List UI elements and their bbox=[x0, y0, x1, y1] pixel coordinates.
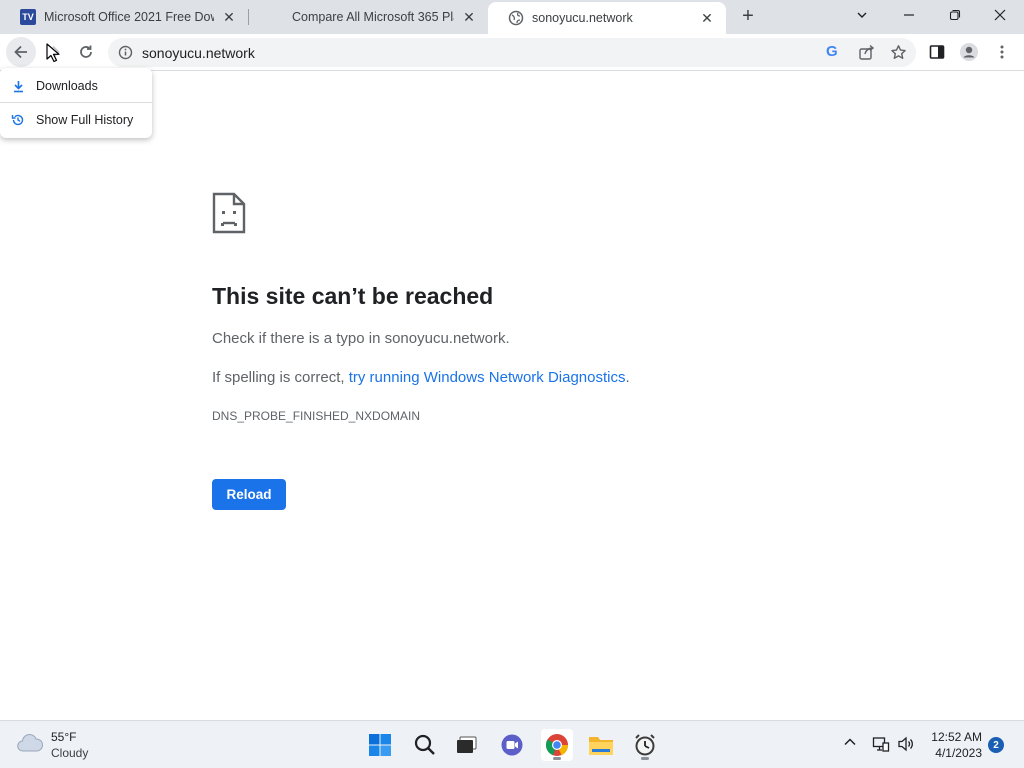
menu-item-downloads[interactable]: Downloads bbox=[0, 70, 152, 102]
restore-icon bbox=[949, 9, 961, 21]
teams-chat-button[interactable] bbox=[496, 729, 528, 761]
start-button[interactable] bbox=[364, 729, 396, 761]
side-panel-icon bbox=[929, 45, 945, 59]
chat-icon bbox=[501, 734, 523, 756]
notification-badge[interactable]: 2 bbox=[988, 737, 1004, 753]
sad-document-icon bbox=[212, 192, 246, 239]
microsoft-icon bbox=[268, 9, 284, 25]
download-icon bbox=[0, 80, 36, 93]
error-code: DNS_PROBE_FINISHED_NXDOMAIN bbox=[212, 409, 421, 423]
chevron-down-icon bbox=[857, 12, 867, 18]
menu-item-label: Downloads bbox=[36, 79, 98, 93]
search-icon bbox=[414, 734, 435, 755]
task-view-button[interactable] bbox=[451, 729, 483, 761]
show-hidden-icons-button[interactable] bbox=[843, 735, 857, 754]
history-icon bbox=[0, 113, 36, 127]
back-history-menu: Downloads Show Full History bbox=[0, 68, 152, 138]
address-bar[interactable]: sonoyucu.network G bbox=[108, 38, 916, 67]
cloud-icon bbox=[16, 733, 44, 758]
share-icon[interactable] bbox=[858, 44, 875, 66]
menu-button[interactable] bbox=[987, 37, 1017, 67]
restore-button[interactable] bbox=[933, 0, 977, 30]
tab-sonoyucu[interactable]: sonoyucu.network ✕ bbox=[488, 2, 726, 34]
network-icon[interactable] bbox=[872, 735, 890, 758]
chrome-icon bbox=[545, 734, 569, 756]
close-icon bbox=[994, 9, 1006, 21]
tab-search-button[interactable] bbox=[840, 0, 884, 30]
close-icon[interactable]: ✕ bbox=[698, 9, 716, 27]
alarm-clock-icon bbox=[635, 734, 655, 756]
close-icon[interactable]: ✕ bbox=[460, 8, 478, 26]
menu-divider bbox=[0, 102, 152, 103]
chrome-taskbar-button[interactable] bbox=[541, 729, 573, 761]
kebab-menu-icon bbox=[1000, 45, 1004, 59]
minimize-icon bbox=[904, 14, 914, 16]
browser-toolbar: sonoyucu.network G bbox=[0, 34, 1024, 71]
new-tab-button[interactable]: + bbox=[736, 5, 760, 29]
side-panel-button[interactable] bbox=[922, 37, 952, 67]
hint-suffix: . bbox=[625, 369, 630, 386]
tab-title: sonoyucu.network bbox=[532, 11, 633, 25]
tab-office-2021[interactable]: TV Microsoft Office 2021 Free Down ✕ bbox=[0, 0, 248, 34]
windows-icon bbox=[369, 734, 391, 756]
close-icon[interactable]: ✕ bbox=[220, 8, 238, 26]
error-title: This site can’t be reached bbox=[212, 283, 494, 309]
weather-temperature: 55°F bbox=[51, 730, 77, 744]
tab-strip: TV Microsoft Office 2021 Free Down ✕ Com… bbox=[0, 0, 1024, 34]
reload-toolbar-button[interactable] bbox=[71, 37, 101, 67]
mouse-cursor-icon bbox=[46, 43, 60, 68]
volume-icon[interactable] bbox=[897, 735, 915, 758]
folder-icon bbox=[589, 737, 613, 755]
minimize-button[interactable] bbox=[887, 0, 931, 30]
back-button[interactable] bbox=[6, 37, 36, 67]
file-explorer-button[interactable] bbox=[585, 729, 617, 761]
clock-time[interactable]: 12:52 AM bbox=[930, 730, 982, 744]
chevron-up-icon bbox=[844, 738, 856, 746]
running-indicator bbox=[641, 757, 649, 760]
error-diagnostics-hint: If spelling is correct, try running Wind… bbox=[212, 369, 630, 386]
task-view-icon bbox=[457, 736, 477, 753]
star-icon[interactable] bbox=[890, 44, 907, 66]
tab-title: Microsoft Office 2021 Free Down bbox=[44, 10, 214, 24]
search-button[interactable] bbox=[409, 729, 441, 761]
google-lens-icon[interactable]: G bbox=[826, 43, 838, 60]
address-url[interactable]: sonoyucu.network bbox=[142, 45, 255, 61]
taskbar: 55°F Cloudy 12:52 AM 4/1/2023 2 bbox=[0, 720, 1024, 768]
avatar-icon bbox=[960, 43, 978, 61]
menu-item-label: Show Full History bbox=[36, 113, 134, 127]
refresh-icon bbox=[80, 45, 92, 58]
arrow-left-icon bbox=[14, 45, 27, 59]
diagnostics-link[interactable]: try running Windows Network Diagnostics bbox=[349, 369, 626, 386]
clock-date[interactable]: 4/1/2023 bbox=[930, 746, 982, 760]
weather-condition: Cloudy bbox=[51, 746, 89, 760]
hint-prefix: If spelling is correct, bbox=[212, 369, 349, 386]
tab-title: Compare All Microsoft 365 Plans bbox=[292, 10, 454, 24]
error-typo-hint: Check if there is a typo in sonoyucu.net… bbox=[212, 330, 510, 347]
tv-icon: TV bbox=[20, 9, 36, 25]
globe-icon bbox=[508, 10, 524, 26]
menu-item-show-full-history[interactable]: Show Full History bbox=[0, 104, 152, 136]
tab-microsoft-365[interactable]: Compare All Microsoft 365 Plans ✕ bbox=[248, 0, 488, 34]
profile-button[interactable] bbox=[954, 37, 984, 67]
close-window-button[interactable] bbox=[978, 0, 1022, 30]
clock-app-button[interactable] bbox=[629, 729, 661, 761]
running-indicator bbox=[553, 757, 561, 760]
info-icon[interactable] bbox=[118, 45, 133, 65]
reload-button[interactable]: Reload bbox=[212, 479, 286, 510]
